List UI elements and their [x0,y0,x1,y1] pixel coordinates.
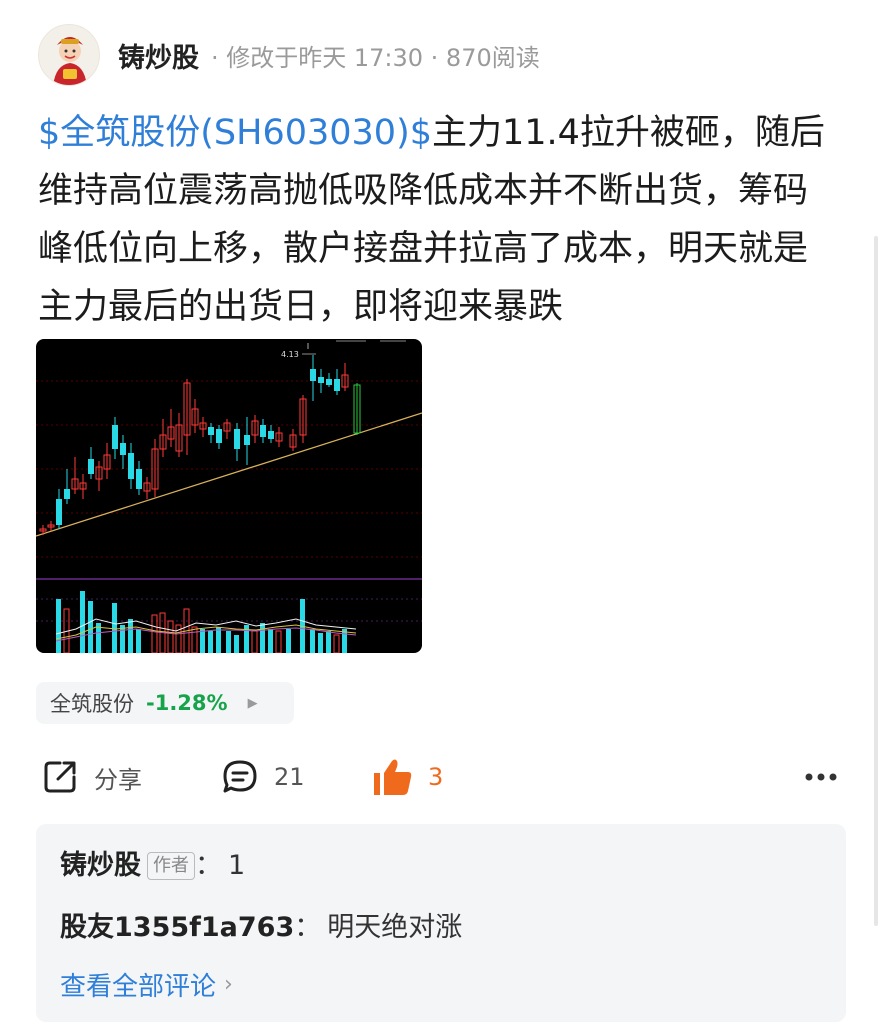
like-button[interactable]: 3 [372,752,443,802]
candle-body [64,489,70,499]
volume-bar [128,619,133,653]
stock-link[interactable]: $全筑股份(SH603030)$ [38,113,432,153]
candle-body [310,369,316,381]
volume-bar [56,599,61,653]
play-arrow-icon: ▶ [247,695,258,711]
post-meta: · 修改于昨天 17:30 · 870阅读 [211,43,540,72]
volume-bar [342,629,347,653]
volume-bar [191,626,198,653]
post-image-kline[interactable]: 4.13 [36,339,422,653]
comment-text: 1 [228,850,246,881]
chevron-right-icon: › [224,972,233,997]
volume-bar [208,631,213,653]
volume-bar [234,635,239,653]
volume-bar [226,631,231,653]
author-avatar[interactable] [38,24,100,86]
like-count: 3 [428,763,444,791]
post-header: 铸炒股 · 修改于昨天 17:30 · 870阅读 [38,24,540,86]
comment-button[interactable]: 21 [220,752,305,802]
more-dots-icon [805,773,837,781]
volume-bar [216,627,221,653]
candle-body [120,443,126,455]
volume-bar [326,631,331,653]
author-badge: 作者 [147,852,195,880]
comment-user[interactable]: 铸炒股 [60,846,141,886]
volume-bar [268,629,273,653]
candle-body [88,459,94,474]
thumbs-up-icon [374,759,412,795]
volume-bar [286,629,291,653]
comment-text: 明天绝对涨 [327,912,463,943]
candle-body [334,379,340,391]
candle-body [208,427,214,435]
candle-body [112,425,118,449]
share-label: 分享 [94,765,142,794]
candle-body [260,425,266,437]
post-action-bar: 分享 21 3 [40,752,840,802]
stock-quote-chip[interactable]: 全筑股份 -1.28% ▶ [36,682,294,724]
comment-icon [223,760,257,793]
candle-body [234,429,240,449]
stock-chip-change: -1.28% [146,691,228,715]
volume-bar [167,620,174,653]
scrollbar[interactable] [874,236,878,926]
volume-bar [310,629,315,653]
view-all-label: 查看全部评论 [60,972,217,1002]
more-button[interactable] [804,752,838,802]
candle-body [56,499,62,525]
comment-user[interactable]: 股友1355f1a763 [60,908,294,948]
candle-body [268,431,274,439]
share-icon [44,761,76,793]
candle-body [244,435,250,445]
post-body: $全筑股份(SH603030)$主力11.4拉升被砸，随后维持高位震荡高抛低吸降… [38,104,838,336]
share-button[interactable]: 分享 [40,752,142,802]
comment-count: 21 [274,763,305,791]
volume-bar [251,630,258,653]
volume-bar [88,601,93,653]
stock-chip-name: 全筑股份 [50,692,134,716]
volume-bar [318,633,323,653]
volume-bar [112,603,117,653]
volume-bar [136,629,141,653]
volume-bar [260,623,265,653]
candle-body [136,469,142,489]
comment-item[interactable]: 股友1355f1a763 ： 明天绝对涨 [60,908,822,948]
comment-separator: ： [195,850,222,881]
volume-bar [333,634,340,653]
volume-bar [120,625,125,653]
comment-item[interactable]: 铸炒股 作者 ： 1 [60,846,822,886]
candle-body [128,453,134,479]
view-all-comments-link[interactable]: 查看全部评论 › [60,966,822,1003]
price-high-label: 4.13 [281,350,299,359]
candle-body [216,429,222,443]
comment-separator: ： [294,912,322,943]
volume-bar [275,630,282,653]
volume-bar [200,629,205,653]
author-name[interactable]: 铸炒股 [118,36,199,75]
volume-bar [80,591,85,653]
candle-body [326,379,332,385]
comments-preview: 铸炒股 作者 ： 1 股友1355f1a763 ： 明天绝对涨 查看全部评论 › [36,824,846,1022]
candle-body [318,377,324,383]
